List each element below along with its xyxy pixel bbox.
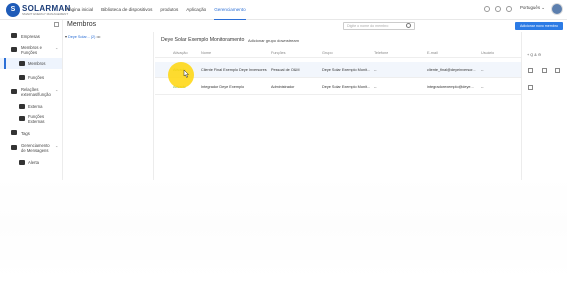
member-email: integradorexemplo@deye... xyxy=(427,85,474,89)
table-row[interactable]: Ativado Cliente Final Exemplo Deye Inver… xyxy=(155,62,521,78)
sidebar-item-external-roles[interactable]: Funções Externas xyxy=(0,113,62,125)
nav-item-device-library[interactable]: Biblioteca de dispositivos xyxy=(101,0,152,20)
people-icon xyxy=(11,47,17,52)
main-nav: Página inicial Biblioteca de dispositivo… xyxy=(66,0,254,20)
operations-column: + Q & ⊖ xyxy=(521,32,567,180)
member-phone: -- xyxy=(374,85,377,89)
key-icon[interactable] xyxy=(528,68,533,73)
add-member-button[interactable]: Adicionar novo membro xyxy=(515,22,563,30)
sidebar-item-label: Membros xyxy=(28,61,46,66)
sidebar-item-external[interactable]: Externa xyxy=(0,102,62,110)
member-name: Cliente Final Exemplo Deye Inversores xyxy=(201,68,267,72)
member-group: Deye Solar Exemplo Monit... xyxy=(322,68,371,72)
sidebar-item-label: Funções Externas xyxy=(28,114,45,124)
members-panel: Deye Solar Exemplo Monitoramento Adicion… xyxy=(155,32,521,180)
sidebar-item-label: Relações externas/função xyxy=(21,87,51,97)
person-icon xyxy=(19,61,25,66)
member-role: Pessoal de O&M xyxy=(271,68,300,72)
tree-caret-icon: ▾ xyxy=(65,35,67,39)
chevron-up-icon: ⌃ xyxy=(55,47,59,52)
tag-icon xyxy=(11,130,17,135)
language-selector[interactable]: Português ⌄ xyxy=(520,5,545,11)
column-header[interactable]: Usuário xyxy=(481,51,494,55)
mouse-pointer-icon xyxy=(183,70,189,78)
member-role: Administrador xyxy=(271,85,295,89)
brand-tagline: SMART ENERGY MANAGEMENT xyxy=(22,11,69,16)
role-icon xyxy=(19,75,25,80)
search-icon[interactable] xyxy=(406,23,411,28)
sidebar-item-label: Funções xyxy=(28,75,45,80)
search-input[interactable]: Digite o nome do membro xyxy=(343,22,415,30)
member-email: cliente_final@deyeinversor... xyxy=(427,68,476,72)
column-header[interactable]: Ativação xyxy=(173,51,188,55)
group-tree: ▾ Deye Solar... (2) ••• xyxy=(63,32,154,180)
sidebar-item-tags[interactable]: Tags xyxy=(0,129,62,137)
logo-icon: S xyxy=(6,3,20,17)
sidebar-item-members[interactable]: Membros xyxy=(0,58,62,69)
sidebar-item-companies[interactable]: Empresas xyxy=(0,32,62,40)
sidebar-collapse-icon[interactable] xyxy=(54,22,59,27)
group-tree-root[interactable]: ▾ Deye Solar... (2) ••• xyxy=(65,34,100,39)
nav-item-products[interactable]: produtos xyxy=(160,0,178,20)
notification-icon[interactable] xyxy=(484,6,490,12)
user-avatar[interactable] xyxy=(551,3,563,15)
member-phone: -- xyxy=(374,68,377,72)
sidebar: Empresas Membros e Funções ⌃ Membros Fun… xyxy=(0,20,63,180)
column-header[interactable]: Nome xyxy=(201,51,211,55)
sidebar-item-members-roles[interactable]: Membros e Funções ⌃ xyxy=(0,44,62,56)
building-icon xyxy=(11,33,17,38)
top-navigation-bar: S SOLARMAN SMART ENERGY MANAGEMENT Págin… xyxy=(0,0,567,20)
group-name: Deye Solar... xyxy=(67,35,90,39)
page-title: Membros xyxy=(67,21,97,28)
member-group: Deye Solar Exemplo Monit... xyxy=(322,85,371,89)
sidebar-item-label: Externa xyxy=(28,104,43,109)
nav-item-application[interactable]: Aplicação xyxy=(186,0,206,20)
help-icon[interactable] xyxy=(495,6,501,12)
member-user: -- xyxy=(481,85,484,89)
edit-icon[interactable] xyxy=(542,68,547,73)
chevron-up-icon: ⌃ xyxy=(55,89,59,94)
chevron-down-icon: ⌄ xyxy=(541,5,545,10)
sidebar-item-label: Membros e Funções xyxy=(21,45,42,55)
cursor-highlight xyxy=(168,62,194,88)
table-header: Ativação Nome Funções Grupo Telefone E-m… xyxy=(155,49,521,58)
nav-item-home[interactable]: Página inicial xyxy=(66,0,93,20)
link-icon xyxy=(11,89,17,94)
org-title: Deye Solar Exemplo Monitoramento xyxy=(161,37,245,43)
operations-header: + Q & ⊖ xyxy=(527,53,542,57)
delete-icon[interactable] xyxy=(555,68,560,73)
column-header[interactable]: Telefone xyxy=(374,51,388,55)
solarman-logo[interactable]: S SOLARMAN SMART ENERGY MANAGEMENT xyxy=(6,3,71,17)
message-icon xyxy=(11,145,17,150)
sidebar-item-label: Gerenciamento de Mensagens xyxy=(21,143,50,153)
more-icon[interactable]: ••• xyxy=(96,35,100,39)
sidebar-item-label: Tags xyxy=(21,131,30,136)
sidebar-item-label: Empresas xyxy=(21,34,40,39)
external-role-icon xyxy=(19,116,25,121)
nav-item-management[interactable]: Gerenciamento xyxy=(214,0,246,20)
member-name: Integrador Deye Exemplo xyxy=(201,85,245,89)
language-label: Português xyxy=(520,5,541,10)
page-header: Membros Digite o nome do membro Adiciona… xyxy=(63,20,567,32)
document-icon[interactable] xyxy=(506,6,512,12)
key-icon[interactable] xyxy=(528,85,533,90)
column-header[interactable]: Grupo xyxy=(322,51,333,55)
table-row[interactable]: Ativado Integrador Deye Exemplo Administ… xyxy=(155,79,521,95)
sidebar-item-label: Alerta xyxy=(28,160,39,165)
column-header[interactable]: Funções xyxy=(271,51,286,55)
chevron-up-icon: ⌃ xyxy=(55,145,59,150)
video-fade-overlay xyxy=(0,176,567,281)
alert-icon xyxy=(19,160,25,165)
group-count: (2) xyxy=(90,35,96,39)
sidebar-item-message-management[interactable]: Gerenciamento de Mensagens ⌃ xyxy=(0,142,62,154)
column-header[interactable]: E-mail xyxy=(427,51,438,55)
sidebar-item-alert[interactable]: Alerta xyxy=(0,158,62,166)
add-downstream-group-link[interactable]: Adicionar grupo downstream xyxy=(248,38,299,43)
member-user: -- xyxy=(481,68,484,72)
sidebar-item-roles[interactable]: Funções xyxy=(0,72,62,82)
sidebar-item-external-relations[interactable]: Relações externas/função ⌃ xyxy=(0,86,62,98)
external-icon xyxy=(19,104,25,109)
